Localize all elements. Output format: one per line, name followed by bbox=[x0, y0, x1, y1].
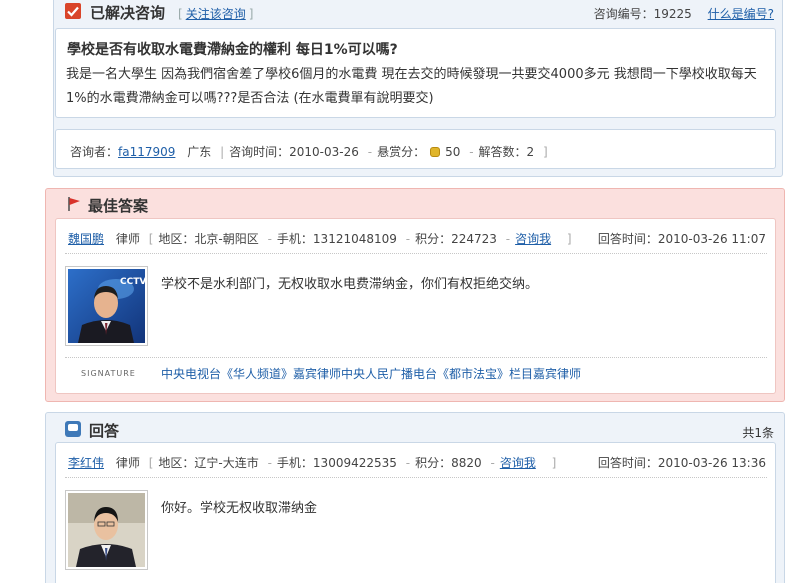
lawyer-phone: 13009422535 bbox=[312, 456, 397, 470]
question-status: 已解决咨询 bbox=[90, 4, 166, 22]
best-answer-info-row: 魏国鹏 律师 [地区：北京-朝阳区 - 手机：13121048109 - 积分：22… bbox=[68, 232, 766, 246]
points-label: 积分： bbox=[415, 456, 452, 470]
region-label: 地区： bbox=[158, 232, 195, 246]
lawyer-phone: 13121048109 bbox=[312, 232, 397, 246]
lawyer-region: 辽宁-大连市 bbox=[194, 456, 259, 470]
question-panel: 已解决咨询 [关注该咨询] 咨询编号：19225 什么是编号? 學校是否有收取水… bbox=[53, 0, 783, 177]
divider bbox=[65, 357, 767, 358]
lawyer-signature: 中央电视台《华人频道》嘉宾律师中央人民广播电台《都市法宝》栏目嘉宾律师 bbox=[161, 367, 582, 381]
region-label: 地区： bbox=[158, 456, 195, 470]
consult-me-link[interactable]: 咨询我 bbox=[515, 232, 551, 246]
lawyer-points: 8820 bbox=[451, 456, 482, 470]
divider bbox=[65, 253, 767, 254]
answer-text: 你好。学校无权收取滞纳金 bbox=[161, 501, 318, 516]
question-header: 已解决咨询 [关注该咨询] 咨询编号：19225 什么是编号? bbox=[54, 1, 782, 25]
best-answer-body: 魏国鹏 律师 [地区：北京-朝阳区 - 手机：13121048109 - 积分：22… bbox=[55, 218, 776, 394]
lawyer-title: 律师 bbox=[115, 232, 140, 246]
follow-question-link[interactable]: 关注该咨询 bbox=[186, 7, 246, 21]
flag-icon bbox=[66, 196, 82, 215]
chat-bubble-icon bbox=[65, 421, 81, 437]
reward-value: 50 bbox=[445, 145, 461, 159]
answers-panel: 回答 共1条 李红伟 律师 [地区：辽宁-大连市 - 手机：13009422535… bbox=[45, 412, 785, 583]
question-time: 2010-03-26 bbox=[289, 145, 359, 159]
divider bbox=[65, 477, 767, 478]
answers-count: 2 bbox=[526, 145, 535, 159]
coin-icon bbox=[430, 147, 441, 157]
lawyer-points: 224723 bbox=[451, 232, 497, 246]
question-body: 學校是否有收取水電費滯納金的權利 每日1%可以嗎? 我是一名大學生 因為我們宿舍… bbox=[55, 28, 776, 118]
lawyer-name-link[interactable]: 魏国鹏 bbox=[68, 232, 104, 246]
lawyer-title: 律师 bbox=[115, 456, 140, 470]
reward-label: 悬赏分： bbox=[377, 145, 426, 159]
signature-label: SIGNATURE bbox=[81, 369, 136, 378]
time-label: 咨询时间： bbox=[229, 145, 290, 159]
best-answer-title: 最佳答案 bbox=[88, 197, 149, 215]
cctv-logo-text: CCTV bbox=[120, 277, 145, 287]
asker-region: 广东 bbox=[187, 145, 212, 159]
answers-label: 解答数： bbox=[478, 145, 527, 159]
answer-item: 李红伟 律师 [地区：辽宁-大连市 - 手机：13009422535 - 积分：88… bbox=[55, 442, 776, 583]
question-id-label: 咨询编号： bbox=[593, 7, 654, 21]
question-id-box: 咨询编号：19225 什么是编号? bbox=[594, 5, 774, 22]
phone-label: 手机： bbox=[276, 232, 313, 246]
lawyer-name-link[interactable]: 李红伟 bbox=[68, 456, 104, 470]
answer-info-row: 李红伟 律师 [地区：辽宁-大连市 - 手机：13009422535 - 积分：88… bbox=[68, 456, 766, 470]
answers-total: 共1条 bbox=[742, 426, 774, 440]
resolved-check-icon bbox=[65, 3, 81, 19]
answers-title: 回答 bbox=[89, 422, 120, 440]
phone-label: 手机： bbox=[276, 456, 313, 470]
question-subject: 學校是否有收取水電費滯納金的權利 每日1%可以嗎? bbox=[67, 42, 398, 58]
consult-me-link[interactable]: 咨询我 bbox=[500, 456, 536, 470]
lawyer-avatar[interactable]: CCTV bbox=[65, 266, 148, 346]
best-answer-header: 最佳答案 bbox=[46, 193, 784, 215]
best-answer-text: 学校不是水利部门，无权收取水电费滞纳金，你们有权拒绝交纳。 bbox=[161, 277, 539, 292]
question-meta: 咨询者：fa117909 广东 | 咨询时间：2010-03-26 - 悬赏分： 50… bbox=[55, 129, 776, 169]
answer-time: 回答时间：2010-03-26 13:36 bbox=[597, 456, 766, 470]
answer-time: 回答时间：2010-03-26 11:07 bbox=[597, 232, 766, 246]
question-text: 我是一名大學生 因為我們宿舍差了學校6個月的水電費 現在去交的時候發現一共要交4… bbox=[66, 67, 757, 106]
asker-label: 咨询者： bbox=[70, 145, 119, 159]
best-answer-panel: 最佳答案 魏国鹏 律师 [地区：北京-朝阳区 - 手机：13121048109 -… bbox=[45, 188, 785, 402]
question-id-value: 19225 bbox=[653, 7, 692, 21]
follow-link-wrap: [关注该咨询] bbox=[178, 7, 254, 21]
points-label: 积分： bbox=[415, 232, 452, 246]
lawyer-region: 北京-朝阳区 bbox=[194, 232, 259, 246]
lawyer-avatar[interactable] bbox=[65, 490, 148, 570]
asker-link[interactable]: fa117909 bbox=[118, 145, 175, 159]
id-help-link[interactable]: 什么是编号? bbox=[708, 7, 774, 21]
answers-header: 回答 共1条 bbox=[46, 418, 784, 440]
